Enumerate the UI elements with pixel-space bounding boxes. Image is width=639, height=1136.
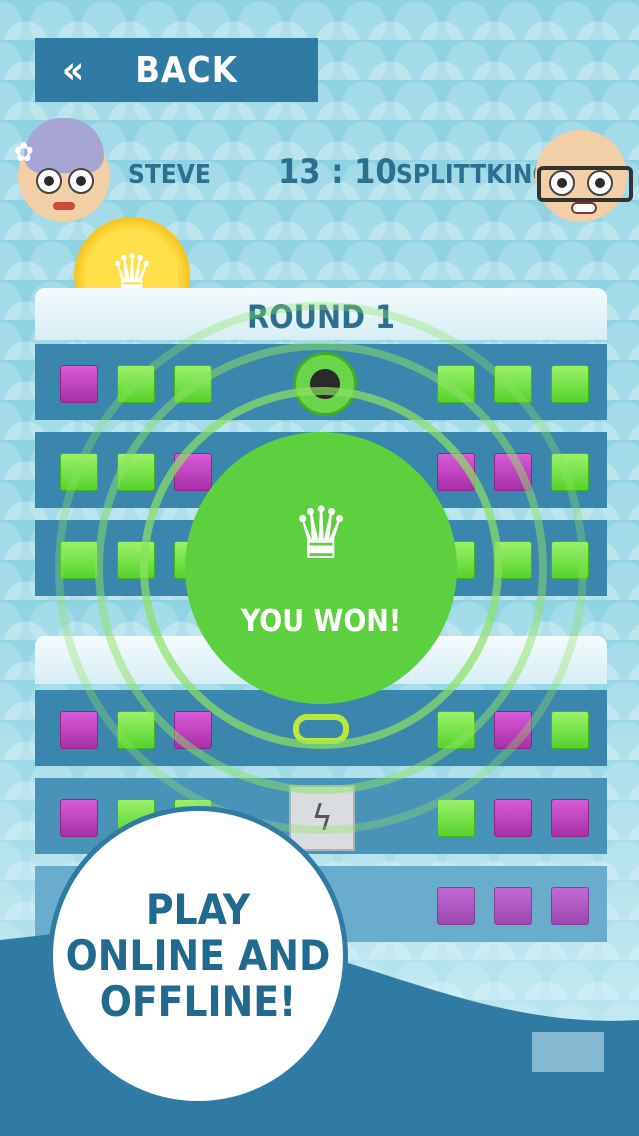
eye-left — [36, 168, 62, 194]
result-circle: ♛ YOU WON! — [185, 432, 457, 704]
result-text: YOU WON! — [240, 603, 402, 639]
eye-right — [587, 170, 613, 196]
player-right-name: SPLITTKING — [396, 160, 552, 190]
double-chevron-left-icon: ‹‹ — [61, 48, 84, 92]
tile-magenta — [60, 365, 98, 403]
promo-line-1: PLAY — [145, 885, 251, 934]
crown-icon: ♛ — [291, 490, 351, 575]
match-timer: 13 : 10 — [278, 152, 397, 192]
tile-magenta — [60, 799, 98, 837]
tile-magenta — [60, 711, 98, 749]
tile-green — [551, 711, 589, 749]
promo-line-3: OFFLINE! — [99, 977, 297, 1026]
tile-magenta — [494, 799, 532, 837]
promo-line-2: ONLINE AND — [65, 931, 331, 980]
player-right-avatar — [535, 130, 633, 222]
back-button[interactable]: ‹‹ BACK — [35, 38, 318, 102]
tile-magenta — [551, 799, 589, 837]
eye-right — [68, 168, 94, 194]
back-label: BACK — [135, 49, 238, 91]
mouth — [571, 202, 597, 214]
mouth — [53, 202, 75, 210]
flower-icon: ✿ — [14, 138, 34, 168]
player-left-avatar: ✿ — [14, 118, 110, 222]
promo-badge: PLAY ONLINE AND OFFLINE! — [48, 806, 348, 1106]
tile-green — [437, 799, 475, 837]
player-left-name: STEVE — [128, 160, 211, 190]
tile-green — [551, 365, 589, 403]
eye-left — [549, 170, 575, 196]
